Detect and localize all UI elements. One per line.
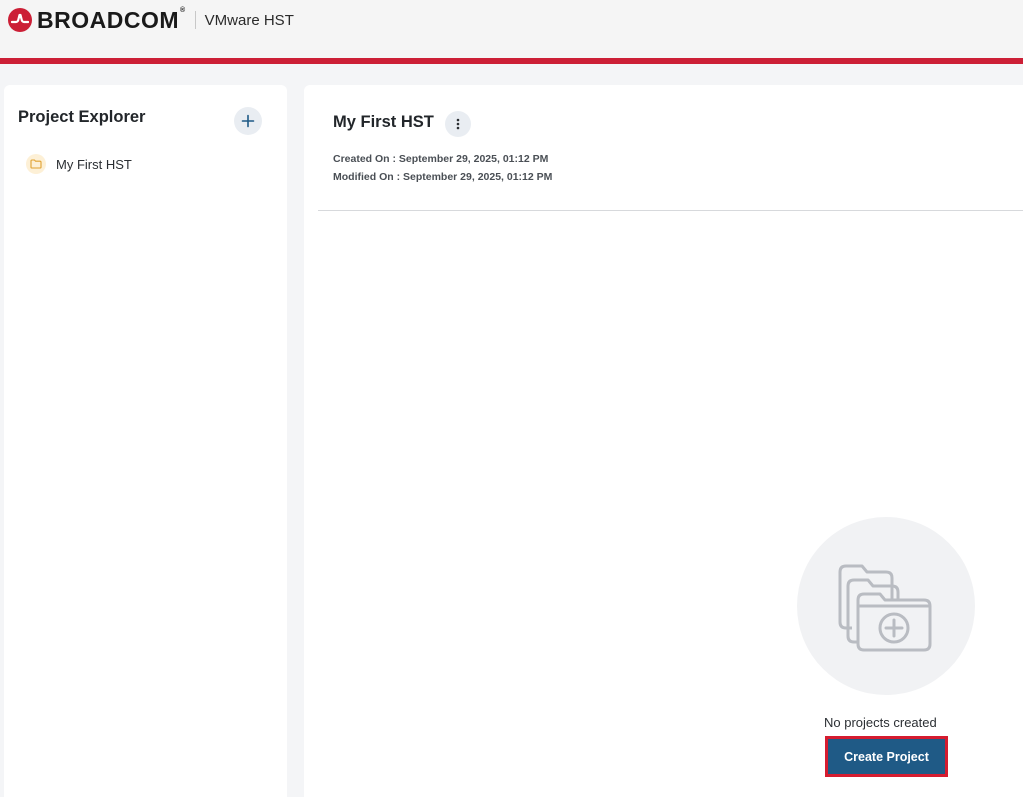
header-divider xyxy=(318,210,1023,211)
create-project-button-label: Create Project xyxy=(844,749,929,764)
plus-icon xyxy=(241,114,255,128)
tree-item-my-first-hst[interactable]: My First HST xyxy=(26,152,132,176)
app-header: BROADCOM® VMware HST xyxy=(0,0,1023,58)
project-explorer-title: Project Explorer xyxy=(18,108,146,126)
created-on-text: Created On : September 29, 2025, 01:12 P… xyxy=(333,153,549,165)
brand: BROADCOM® VMware HST xyxy=(8,7,294,34)
product-name: VMware HST xyxy=(204,11,294,29)
more-options-button[interactable] xyxy=(445,111,471,137)
brand-divider xyxy=(194,11,196,29)
add-project-button[interactable] xyxy=(234,107,262,135)
broadcom-logo-icon xyxy=(8,8,32,32)
folder-icon xyxy=(26,154,46,174)
kebab-icon xyxy=(456,118,460,130)
brand-name: BROADCOM® xyxy=(37,6,186,33)
header-accent-bar xyxy=(0,58,1023,64)
project-detail-panel: My First HST Created On : September 29, … xyxy=(304,85,1023,797)
create-project-button[interactable]: Create Project xyxy=(825,736,948,777)
page-title: My First HST xyxy=(333,113,434,131)
project-explorer-panel: Project Explorer My First HST xyxy=(4,85,287,797)
empty-state-illustration xyxy=(797,517,975,695)
folder-add-icon xyxy=(838,564,932,652)
modified-on-text: Modified On : September 29, 2025, 01:12 … xyxy=(333,171,553,183)
tree-item-label: My First HST xyxy=(56,156,132,172)
empty-state-message: No projects created xyxy=(824,715,937,730)
